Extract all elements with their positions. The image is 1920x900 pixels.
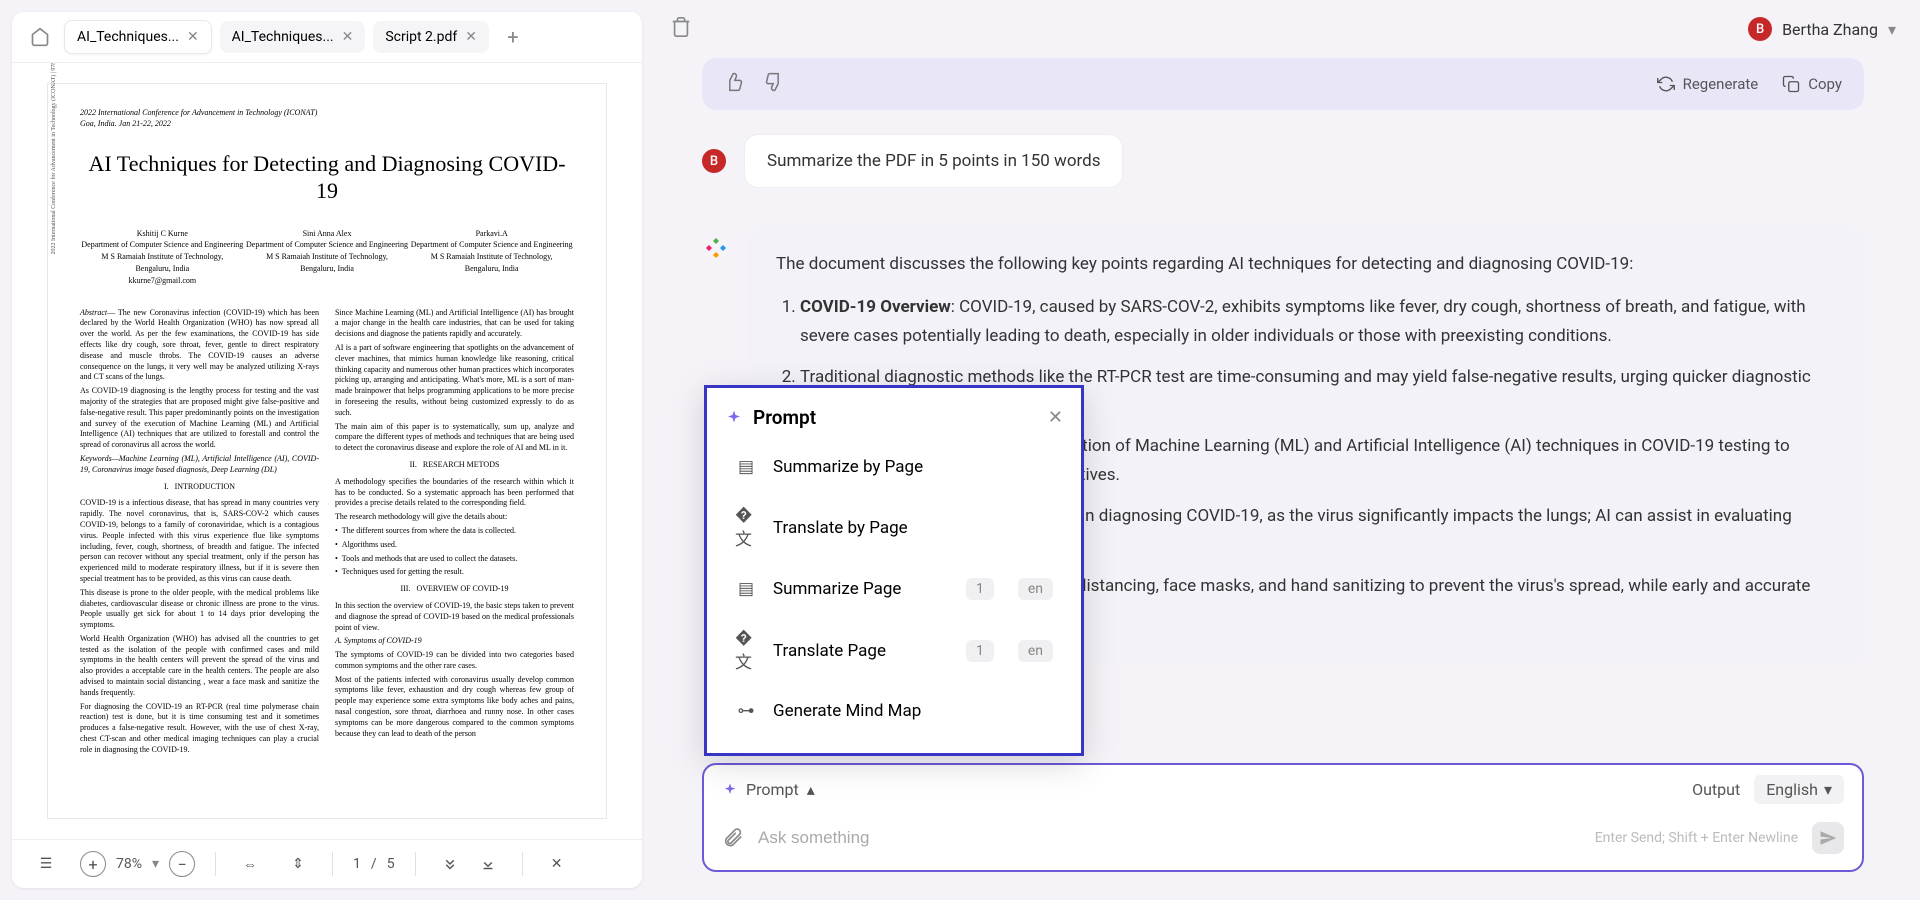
chat-input[interactable] [758, 828, 1581, 848]
thumbs-down-button[interactable] [764, 72, 784, 96]
avatar: B [702, 149, 726, 173]
input-header: Prompt ▴ Prompt ✕ ▤ S [704, 765, 1862, 810]
user-message-row: B Summarize the PDF in 5 points in 150 w… [702, 134, 1864, 188]
page-down-button[interactable] [436, 850, 464, 878]
caret-up-icon: ▴ [807, 780, 815, 799]
tab-label: Script 2.pdf [385, 29, 457, 45]
thumbs-up-button[interactable] [724, 72, 744, 96]
close-icon[interactable]: ✕ [1048, 407, 1063, 428]
user-menu[interactable]: B Bertha Zhang ▾ [1748, 17, 1896, 41]
mindmap-icon: ⊶ [735, 701, 757, 721]
page-badge: 1 [966, 640, 994, 662]
chevron-down-icon: ▾ [1888, 20, 1896, 39]
input-section: Prompt ▴ Prompt ✕ ▤ S [658, 763, 1908, 888]
user-message: Summarize the PDF in 5 points in 150 wor… [744, 134, 1123, 188]
lang-badge: en [1018, 578, 1053, 600]
translate-icon: �文 [735, 505, 757, 550]
pdf-viewer-panel: AI_Techniques... ✕ AI_Techniques... ✕ Sc… [12, 12, 642, 888]
prompt-item-summarize-page[interactable]: ▤ Summarize Page 1 en [725, 564, 1063, 614]
list-item: COVID-19 Overview: COVID-19, caused by S… [800, 293, 1836, 351]
doc-icon: ▤ [735, 579, 757, 599]
top-bar: B Bertha Zhang ▾ [658, 12, 1908, 46]
page-last-button[interactable] [474, 850, 502, 878]
tab-2[interactable]: AI_Techniques... ✕ [220, 21, 366, 53]
copy-button[interactable]: Copy [1782, 75, 1842, 93]
prompt-menu: Prompt ✕ ▤ Summarize by Page �文 Translat… [704, 385, 1084, 756]
message-actions: Regenerate Copy [702, 58, 1864, 110]
lang-badge: en [1018, 640, 1053, 662]
attach-button[interactable] [722, 825, 744, 851]
doc-sidebar-text: 2022 International Conference for Advanc… [50, 63, 58, 254]
prompt-item-translate-by-page[interactable]: �文 Translate by Page [725, 491, 1063, 564]
page-badge: 1 [966, 578, 994, 600]
translate-icon: �文 [735, 628, 757, 673]
doc-authors: Kshitij C KurneDepartment of Computer Sc… [80, 229, 574, 288]
prompt-item-summarize-by-page[interactable]: ▤ Summarize by Page [725, 443, 1063, 491]
doc-body: Abstract— The new Coronavirus infection … [80, 308, 574, 756]
prompt-menu-toggle[interactable]: Prompt ▴ [722, 780, 815, 799]
language-select[interactable]: English ▾ [1754, 775, 1844, 804]
chat-panel: B Bertha Zhang ▾ Regenerate [658, 12, 1908, 888]
avatar: B [1748, 17, 1772, 41]
toc-button[interactable]: ☰ [32, 850, 60, 878]
add-tab-button[interactable]: + [497, 21, 529, 53]
doc-icon: ▤ [735, 457, 757, 477]
input-box: Prompt ▴ Prompt ✕ ▤ S [702, 763, 1864, 872]
chevron-down-icon[interactable]: ▾ [152, 856, 159, 872]
copy-label: Copy [1808, 75, 1842, 93]
page-current: 1 [353, 856, 361, 872]
page-total: 5 [387, 856, 395, 872]
tab-3[interactable]: Script 2.pdf ✕ [373, 21, 489, 53]
document-viewport[interactable]: 2022 International Conference for Advanc… [12, 63, 642, 839]
prompt-btn-label: Prompt [746, 780, 799, 799]
fit-width-button[interactable]: ⇔ [236, 850, 264, 878]
document-page: 2022 International Conference for Advanc… [47, 83, 607, 819]
doc-conference: 2022 International Conference for Advanc… [80, 108, 574, 130]
doc-title: AI Techniques for Detecting and Diagnosi… [80, 150, 574, 205]
zoom-in-button[interactable]: + [80, 851, 106, 877]
tab-1[interactable]: AI_Techniques... ✕ [64, 20, 212, 54]
close-icon[interactable]: ✕ [465, 29, 477, 45]
fit-height-button[interactable]: ⇕ [284, 850, 312, 878]
home-button[interactable] [24, 21, 56, 53]
regenerate-label: Regenerate [1683, 75, 1759, 93]
ai-intro: The document discusses the following key… [776, 250, 1836, 279]
chevron-down-icon: ▾ [1824, 780, 1832, 799]
close-button[interactable]: ✕ [543, 850, 571, 878]
zoom-out-button[interactable]: − [169, 851, 195, 877]
prompt-menu-title: Prompt [753, 406, 816, 429]
close-icon[interactable]: ✕ [187, 29, 199, 45]
regenerate-button[interactable]: Regenerate [1657, 75, 1759, 93]
input-hint: Enter Send; Shift + Enter Newline [1595, 830, 1798, 846]
tab-label: AI_Techniques... [232, 29, 334, 45]
prompt-item-mind-map[interactable]: ⊶ Generate Mind Map [725, 687, 1063, 735]
prompt-item-translate-page[interactable]: �文 Translate Page 1 en [725, 614, 1063, 687]
delete-button[interactable] [670, 16, 692, 42]
pdf-toolbar: ☰ + 78% ▾ − ⇔ ⇕ 1 / 5 ✕ [12, 839, 642, 888]
send-button[interactable] [1812, 822, 1844, 854]
user-name: Bertha Zhang [1782, 20, 1878, 39]
output-label: Output [1692, 780, 1740, 799]
tab-bar: AI_Techniques... ✕ AI_Techniques... ✕ Sc… [12, 12, 642, 63]
close-icon[interactable]: ✕ [342, 29, 354, 45]
tab-label: AI_Techniques... [77, 29, 179, 45]
ai-avatar [702, 234, 730, 262]
zoom-value: 78% [116, 856, 142, 872]
